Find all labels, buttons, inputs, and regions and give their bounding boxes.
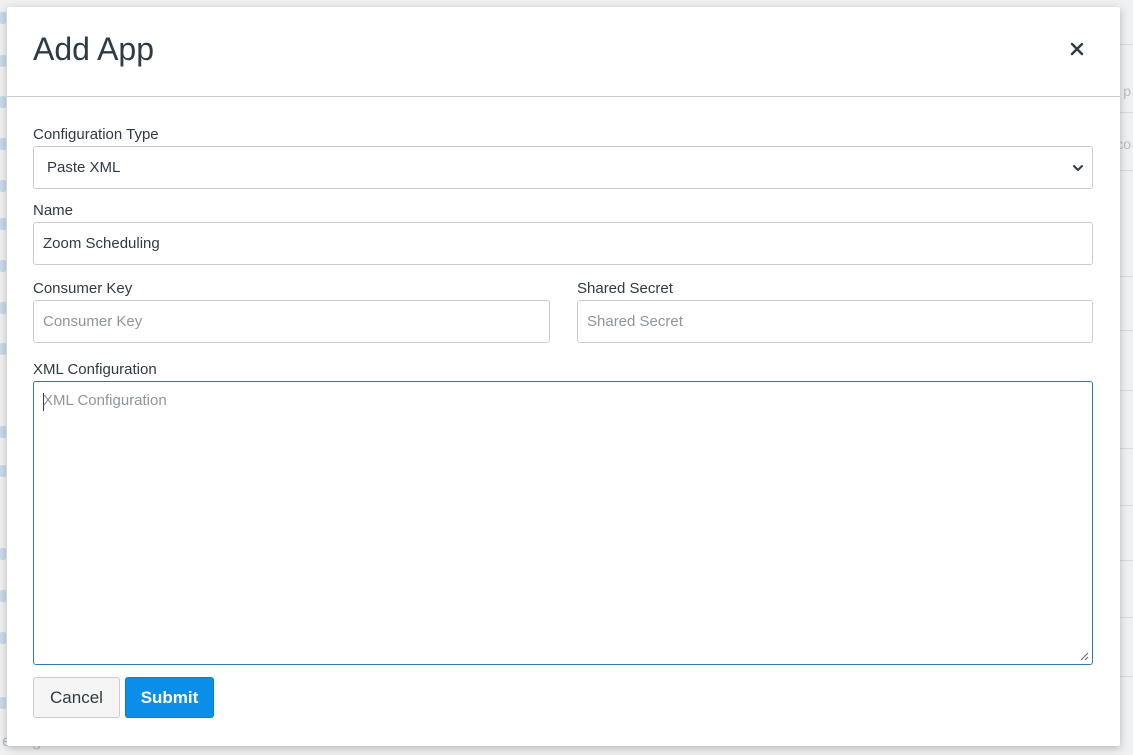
consumer-key-input[interactable]: [33, 300, 550, 343]
close-icon: [1070, 42, 1084, 56]
background-divider: [1119, 448, 1133, 449]
configuration-type-select[interactable]: Paste XML: [33, 146, 1093, 189]
background-mark: [0, 138, 6, 150]
background-divider: [1119, 112, 1133, 113]
background-divider: [1119, 44, 1133, 45]
background-mark: [0, 697, 6, 709]
configuration-type-label: Configuration Type: [33, 126, 159, 143]
text-caret: [43, 393, 44, 411]
resize-handle-icon[interactable]: [1079, 651, 1089, 661]
background-mark: [0, 260, 6, 272]
add-app-dialog: Add App Configuration Type Paste XML Nam…: [7, 7, 1120, 746]
name-input[interactable]: [33, 222, 1093, 265]
shared-secret-label: Shared Secret: [577, 280, 673, 297]
background-mark: [0, 465, 6, 477]
dialog-header: Add App: [7, 7, 1120, 97]
shared-secret-input[interactable]: [577, 300, 1093, 343]
configuration-type-value: Paste XML: [47, 159, 121, 176]
background-divider: [1119, 560, 1133, 561]
cancel-button[interactable]: Cancel: [33, 677, 120, 718]
consumer-key-label: Consumer Key: [33, 280, 133, 297]
background-mark: [0, 55, 6, 67]
background-mark: [0, 426, 6, 438]
name-label: Name: [33, 202, 74, 219]
background-divider: [1119, 676, 1133, 677]
xml-configuration-textarea[interactable]: [33, 381, 1093, 665]
chevron-down-icon: [1073, 165, 1083, 171]
background-divider: [1119, 170, 1133, 171]
background-mark: [0, 590, 6, 602]
background-divider: [1119, 505, 1133, 506]
dialog-title: Add App: [33, 31, 154, 67]
background-divider: [1119, 330, 1133, 331]
background-divider: [1119, 617, 1133, 618]
background-divider: [1119, 276, 1133, 277]
background-text: p: [1123, 83, 1131, 99]
xml-configuration-label: XML Configuration: [33, 361, 157, 378]
background-mark: [0, 632, 6, 644]
background-mark: [0, 548, 6, 560]
background-mark: [0, 302, 6, 314]
background-divider: [1119, 390, 1133, 391]
background-mark: [0, 12, 6, 24]
close-button[interactable]: [1061, 33, 1093, 65]
background-mark: [0, 180, 6, 192]
background-mark: [0, 96, 6, 108]
background-mark: [0, 218, 6, 230]
submit-button[interactable]: Submit: [125, 677, 214, 718]
background-mark: [0, 343, 6, 355]
